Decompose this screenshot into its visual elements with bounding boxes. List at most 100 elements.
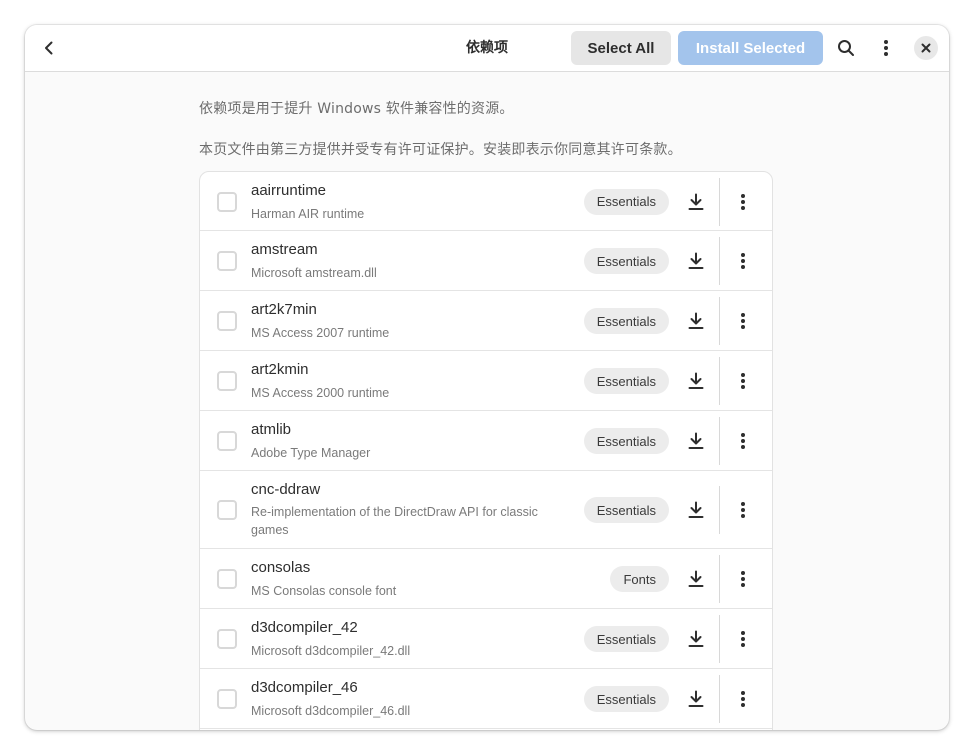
row-separator — [719, 555, 720, 603]
category-badge: Essentials — [583, 428, 669, 454]
dependency-checkbox[interactable] — [217, 311, 237, 331]
row-menu-button[interactable] — [732, 688, 754, 710]
header-bar: 依赖项 Select All Install Selected — [25, 25, 949, 72]
row-menu-button[interactable] — [732, 191, 754, 213]
row-menu-button[interactable] — [732, 430, 754, 452]
dependency-row[interactable]: art2k7min MS Access 2007 runtime Essential… — [200, 291, 772, 351]
category-badge: Essentials — [583, 686, 669, 712]
row-menu-button[interactable] — [732, 250, 754, 272]
dependency-description: Adobe Type Manager — [251, 446, 371, 460]
select-all-button[interactable]: Select All — [571, 31, 671, 65]
dependency-description: MS Access 2000 runtime — [251, 386, 390, 400]
intro-line-2: 本页文件由第三方提供并受专有许可证保护。安装即表示你同意其许可条款。 — [199, 142, 682, 158]
download-icon — [688, 372, 704, 389]
install-selected-button[interactable]: Install Selected — [678, 31, 823, 65]
dependency-row[interactable]: aairruntime Harman AIR runtime Essentials — [200, 172, 772, 231]
download-icon — [688, 630, 704, 647]
dependency-row[interactable]: d3dcompiler_46 Microsoft d3dcompiler_46.d… — [200, 669, 772, 729]
dependency-row[interactable]: amstream Microsoft amstream.dll Essentials — [200, 231, 772, 291]
dependency-row[interactable]: d3dcompiler_42 Microsoft d3dcompiler_42.d… — [200, 609, 772, 669]
row-menu-button[interactable] — [732, 310, 754, 332]
category-badge: Essentials — [583, 308, 669, 334]
more-vertical-icon — [741, 193, 745, 210]
dependency-name: art2k7min — [251, 301, 317, 318]
row-separator — [719, 237, 720, 285]
download-button[interactable] — [685, 628, 707, 650]
more-vertical-icon — [741, 631, 745, 647]
dependency-description: Microsoft amstream.dll — [251, 266, 377, 280]
dependency-checkbox[interactable] — [217, 251, 237, 271]
download-button[interactable] — [685, 250, 707, 272]
download-icon — [688, 690, 704, 707]
dependency-checkbox[interactable] — [217, 629, 237, 649]
row-menu-button[interactable] — [732, 628, 754, 650]
row-separator — [719, 297, 720, 345]
dependency-row[interactable]: art2kmin MS Access 2000 runtime Essentials — [200, 351, 772, 411]
more-vertical-icon — [741, 433, 745, 449]
dependency-list: aairruntime Harman AIR runtime Essentials a… — [199, 171, 773, 730]
download-icon — [688, 193, 704, 210]
close-button[interactable] — [914, 36, 938, 60]
download-button[interactable] — [685, 370, 707, 392]
dependency-checkbox[interactable] — [217, 689, 237, 709]
dependency-description: MS Access 2007 runtime — [251, 326, 390, 340]
back-button[interactable] — [35, 33, 63, 63]
dependency-name: d3dcompiler_42 — [251, 619, 358, 636]
row-separator — [719, 615, 720, 663]
more-vertical-icon — [741, 502, 745, 518]
row-menu-button[interactable] — [732, 568, 754, 590]
row-separator — [719, 486, 720, 534]
close-icon — [921, 43, 931, 53]
row-menu-button[interactable] — [732, 499, 754, 521]
dependency-description: MS Consolas console font — [251, 584, 397, 598]
dependency-checkbox[interactable] — [217, 569, 237, 589]
download-icon — [688, 432, 704, 449]
dependency-name: d3dcompiler_46 — [251, 679, 358, 696]
dependency-row[interactable]: cnc-ddraw Re-implementation of the Direct… — [200, 471, 772, 549]
dependency-name: aairruntime — [251, 182, 327, 199]
dependency-name: consolas — [251, 559, 311, 576]
category-badge: Essentials — [583, 497, 669, 523]
main-menu-button[interactable] — [871, 33, 901, 63]
dependency-description: Harman AIR runtime — [251, 207, 365, 221]
more-vertical-icon — [741, 571, 745, 587]
dependency-checkbox[interactable] — [217, 431, 237, 451]
dependency-checkbox[interactable] — [217, 371, 237, 391]
intro-line-1: 依赖项是用于提升 Windows 软件兼容性的资源。 — [199, 101, 514, 117]
more-vertical-icon — [741, 691, 745, 707]
search-button[interactable] — [831, 33, 861, 63]
download-button[interactable] — [685, 191, 707, 213]
row-separator — [719, 357, 720, 405]
dependency-checkbox[interactable] — [217, 500, 237, 520]
category-badge: Essentials — [583, 626, 669, 652]
dependency-name: atmlib — [251, 421, 292, 438]
dependency-description: Microsoft d3dcompiler_42.dll — [251, 644, 411, 658]
category-badge: Essentials — [583, 188, 669, 215]
more-vertical-icon — [741, 253, 745, 269]
dependency-name: amstream — [251, 241, 318, 258]
dependency-name: cnc-ddraw — [251, 481, 321, 498]
dependency-row[interactable]: atmlib Adobe Type Manager Essentials — [200, 411, 772, 471]
row-separator — [719, 177, 720, 226]
back-icon — [45, 41, 53, 55]
more-vertical-icon — [884, 40, 888, 56]
download-button[interactable] — [685, 568, 707, 590]
download-button[interactable] — [685, 310, 707, 332]
download-button[interactable] — [685, 499, 707, 521]
row-menu-button[interactable] — [732, 370, 754, 392]
app-window: 依赖项 Select All Install Selected 依赖项是用于提升… — [25, 25, 949, 730]
more-vertical-icon — [741, 313, 745, 329]
download-button[interactable] — [685, 430, 707, 452]
download-button[interactable] — [685, 688, 707, 710]
dependency-name: art2kmin — [251, 361, 309, 378]
download-icon — [688, 570, 704, 587]
dependency-description: Microsoft d3dcompiler_46.dll — [251, 704, 411, 718]
dependency-description: Re-implementation of the DirectDraw API … — [251, 505, 538, 537]
row-separator — [719, 417, 720, 465]
download-icon — [688, 312, 704, 329]
category-badge: Essentials — [583, 368, 669, 394]
dependency-row[interactable]: consolas MS Consolas console font Fonts — [200, 549, 772, 609]
dependency-checkbox[interactable] — [217, 191, 237, 212]
row-separator — [719, 675, 720, 723]
search-icon — [838, 40, 854, 56]
